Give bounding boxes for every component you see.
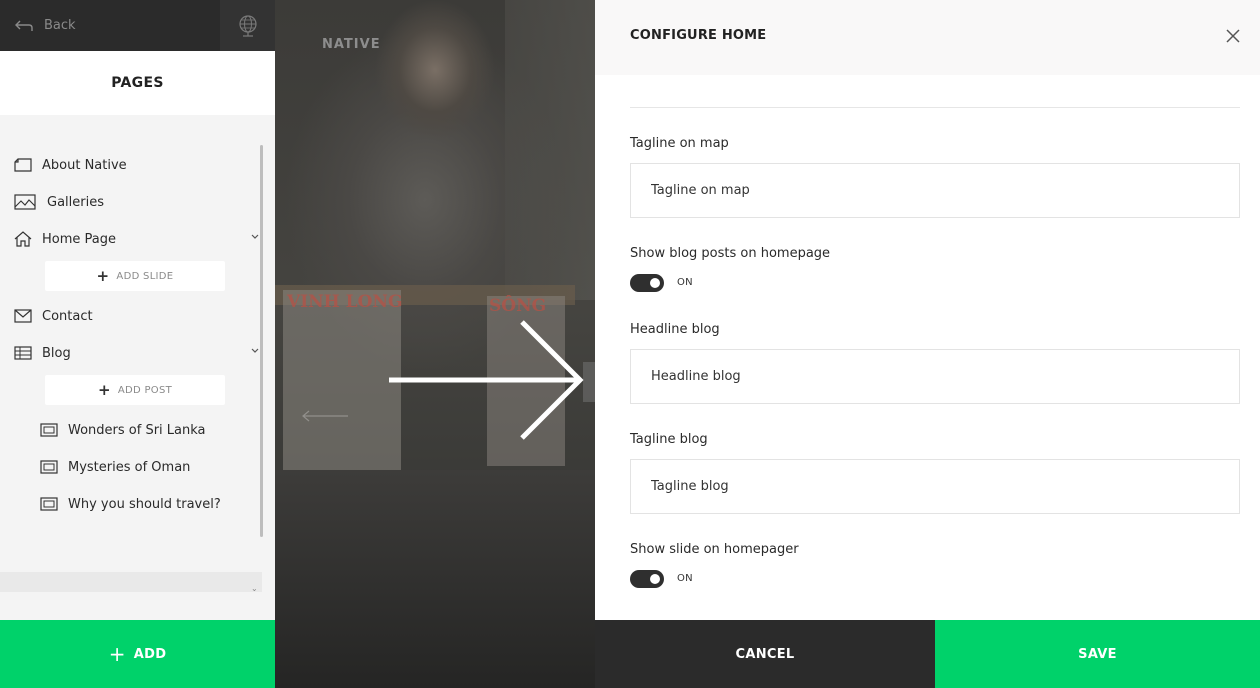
preview-wall [505,0,595,300]
blog-post-item[interactable]: Wonders of Sri Lanka [40,412,240,448]
sidebar-item-about-native[interactable]: About Native [0,147,262,183]
tagline-map-input[interactable] [630,163,1240,218]
toggle-knob [650,278,660,288]
site-preview: VINH LONG SÔNG NATIVE [275,0,595,688]
preview-prev-arrow-icon[interactable] [300,408,350,424]
globe-icon [238,14,257,37]
back-label: Back [44,18,76,33]
post-icon [40,460,60,474]
preview-brand: NATIVE [322,37,381,52]
tagline-blog-input[interactable] [630,459,1240,514]
headline-blog-input[interactable] [630,349,1240,404]
configure-panel: CONFIGURE HOME Tagline on map Show blog … [595,0,1260,688]
sidebar-item-label: Contact [42,308,93,324]
panel-title: CONFIGURE HOME [630,28,767,43]
add-post-label: ADD POST [117,384,173,396]
home-icon [14,230,36,248]
sidebar-item-label: Blog [42,345,71,361]
panel-divider [630,107,1240,108]
chevron-down-icon[interactable] [250,233,260,241]
blog-post-item[interactable]: Mysteries of Oman [40,449,240,485]
list-icon [14,344,36,362]
plus-icon: + [108,642,126,666]
post-icon [40,497,60,511]
page-icon [14,156,36,174]
show-blog-label: Show blog posts on homepage [630,246,831,261]
show-blog-state: ON [677,277,693,288]
panel-header: CONFIGURE HOME [595,0,1260,75]
sidebar-item-home-page[interactable]: Home Page [0,221,262,257]
add-slide-label: ADD SLIDE [116,270,174,282]
preview-next-arrow-icon[interactable] [385,318,585,442]
preview-sign-left-text: VINH LONG [287,292,403,312]
preview-sign-right-text: SÔNG [489,296,547,316]
preview-sign-left [283,290,401,470]
add-slide-button[interactable]: + ADD SLIDE [45,261,225,291]
tagline-map-label: Tagline on map [630,136,729,151]
pages-sidebar: Back PAGES About Native Galleries Home P… [0,0,275,688]
cancel-button[interactable]: CANCEL [595,620,935,688]
sidebar-item-label: Galleries [47,194,104,210]
post-icon [40,423,60,437]
close-icon[interactable] [1225,28,1241,44]
show-slide-label: Show slide on homepager [630,542,799,557]
show-blog-toggle[interactable] [630,274,664,292]
tagline-blog-label: Tagline blog [630,432,708,447]
headline-blog-label: Headline blog [630,322,720,337]
add-post-button[interactable]: + ADD POST [45,375,225,405]
blog-post-label: Why you should travel? [68,496,221,512]
show-slide-state: ON [677,573,693,584]
image-icon [14,193,41,211]
site-globe-button[interactable] [220,0,275,51]
show-slide-toggle[interactable] [630,570,664,588]
blog-post-label: Mysteries of Oman [68,459,191,475]
blog-post-item[interactable]: Why you should travel? [40,486,240,522]
pages-title: PAGES [0,51,275,115]
save-button[interactable]: SAVE [935,620,1260,688]
sidebar-scrollbar[interactable] [260,145,263,537]
sidebar-item-galleries[interactable]: Galleries [0,184,262,220]
sidebar-item-contact[interactable]: Contact [0,298,262,334]
sidebar-item-blog[interactable]: Blog [0,335,262,371]
sidebar-topbar: Back [0,0,275,51]
sidebar-item-label: Home Page [42,231,116,247]
sidebar-item-label: About Native [42,157,127,173]
back-arrow-icon [15,20,33,31]
scroll-down-icon[interactable]: ⌄ [251,584,258,593]
add-page-button[interactable]: + ADD [0,620,275,688]
preview-floor [275,470,595,688]
plus-icon: + [96,267,110,285]
sidebar-scroll-strip [0,572,262,592]
back-button[interactable]: Back [0,0,220,51]
blog-post-label: Wonders of Sri Lanka [68,422,206,438]
chevron-down-icon[interactable] [250,347,260,355]
toggle-knob [650,574,660,584]
plus-icon: + [97,381,111,399]
mail-icon [14,307,36,325]
add-page-label: ADD [133,646,167,662]
